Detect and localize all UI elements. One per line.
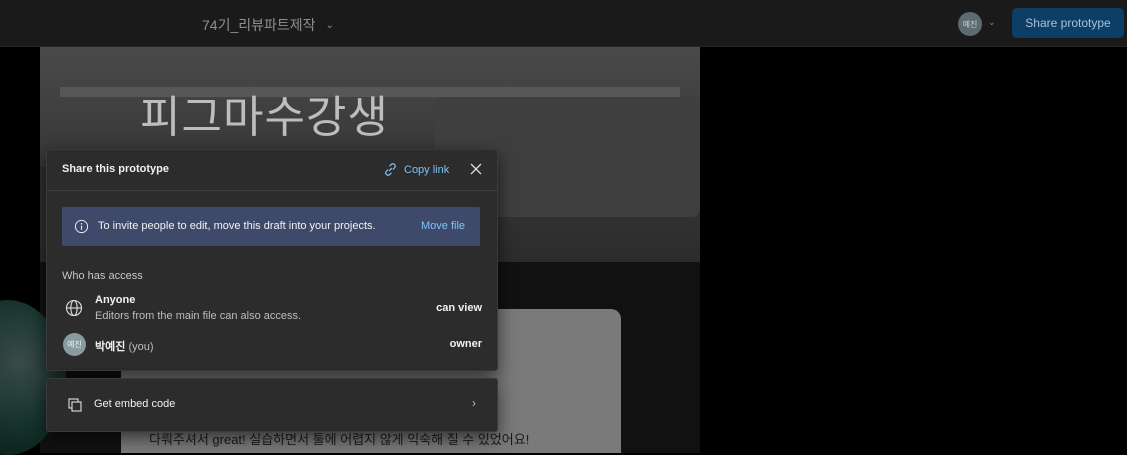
frame-title: 피그마수강생 (140, 93, 389, 142)
banner-text: To invite people to edit, move this draf… (98, 220, 376, 232)
avatar: 예진 (63, 333, 86, 356)
share-prototype-button[interactable]: Share prototype (1012, 8, 1124, 38)
access-anyone-label: Anyone (95, 294, 136, 306)
top-bar: 74기_리뷰파트제작 ⌄ 예진 ⌄ Share prototype (0, 0, 1127, 47)
file-title: 74기_리뷰파트제작 (202, 17, 316, 33)
chevron-right-icon: › (472, 396, 476, 410)
access-section-heading: Who has access (62, 270, 143, 282)
chevron-down-icon[interactable]: ⌄ (988, 17, 996, 28)
move-file-link[interactable]: Move file (421, 220, 465, 232)
access-row-anyone: Anyone Editors from the main file can al… (62, 294, 482, 326)
globe-icon (65, 299, 83, 317)
copy-link-label: Copy link (404, 163, 450, 176)
move-draft-banner: To invite people to edit, move this draf… (62, 207, 480, 246)
file-title-dropdown[interactable]: 74기_리뷰파트제작 ⌄ (202, 15, 334, 35)
share-modal: Share this prototype Copy link To invite… (46, 149, 498, 371)
you-label: (you) (128, 341, 154, 353)
embed-code-label: Get embed code (94, 398, 176, 410)
info-icon (74, 219, 89, 234)
modal-header: Share this prototype Copy link (47, 150, 497, 191)
modal-title: Share this prototype (62, 163, 169, 175)
link-icon (385, 163, 396, 176)
access-row-owner: 예진 박예진 (you) owner (62, 333, 482, 359)
copy-link-button[interactable]: Copy link (383, 162, 449, 177)
avatar[interactable]: 예진 (958, 12, 982, 36)
get-embed-code-button[interactable]: Get embed code › (46, 378, 498, 432)
anyone-permission-dropdown[interactable]: can view (436, 302, 482, 314)
access-anyone-description: Editors from the main file can also acce… (95, 310, 302, 322)
close-icon[interactable] (468, 161, 484, 177)
owner-permission-label: owner (449, 338, 482, 350)
copy-icon (68, 398, 82, 412)
owner-name: 박예진 (you) (95, 341, 154, 353)
chevron-down-icon: ⌄ (325, 19, 334, 31)
